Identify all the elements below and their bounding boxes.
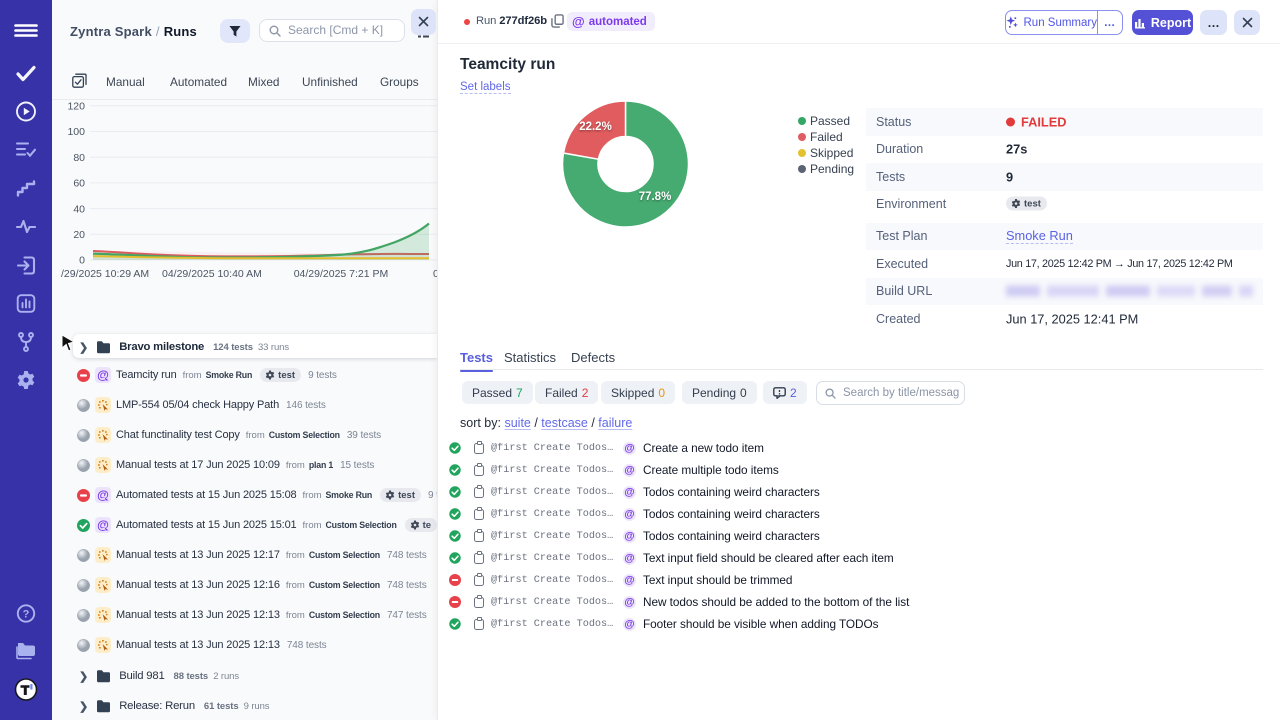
svg-text:04/29/2025 7:21 PM: 04/29/2025 7:21 PM	[294, 268, 389, 280]
svg-text:100: 100	[67, 126, 85, 138]
svg-text:77.8%: 77.8%	[639, 191, 672, 203]
svg-text:?: ?	[23, 609, 30, 621]
svg-text:0: 0	[79, 255, 85, 267]
svg-text:120: 120	[67, 101, 85, 113]
svg-text:/29/2025 10:29 AM: /29/2025 10:29 AM	[61, 268, 149, 280]
svg-text:80: 80	[73, 152, 85, 164]
svg-text:04/29/2025 10:40 AM: 04/29/2025 10:40 AM	[162, 268, 262, 280]
svg-text:60: 60	[73, 178, 85, 190]
svg-text:22.2%: 22.2%	[579, 121, 612, 133]
svg-text:20: 20	[73, 229, 85, 241]
svg-text:40: 40	[73, 203, 85, 215]
